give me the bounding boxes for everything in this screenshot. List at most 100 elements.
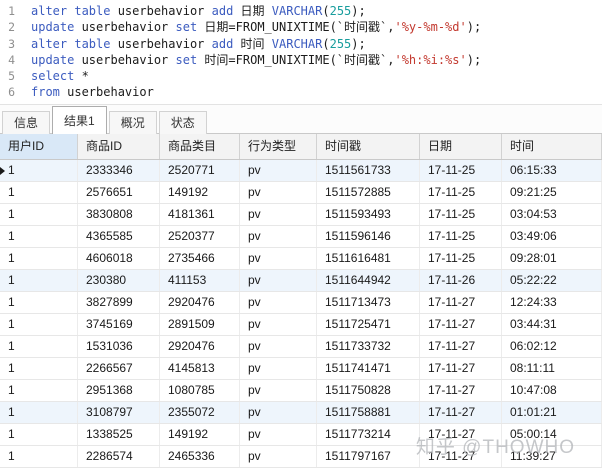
table-cell[interactable]: 10:47:08 — [502, 380, 602, 401]
table-cell[interactable]: pv — [240, 380, 317, 401]
table-cell[interactable]: 411153 — [160, 270, 240, 291]
code-line[interactable]: 2update userbehavior set 日期=FROM_UNIXTIM… — [0, 19, 602, 35]
table-cell[interactable]: 1 — [0, 226, 78, 247]
table-cell[interactable]: 17-11-25 — [420, 182, 502, 203]
table-cell[interactable]: 11:39:27 — [502, 446, 602, 467]
table-cell[interactable]: pv — [240, 336, 317, 357]
table-cell[interactable]: 1511572885 — [317, 182, 420, 203]
table-cell[interactable]: 17-11-27 — [420, 336, 502, 357]
table-cell[interactable]: 1 — [0, 160, 78, 181]
table-cell[interactable]: 1511644942 — [317, 270, 420, 291]
table-cell[interactable]: 1511741471 — [317, 358, 420, 379]
table-cell[interactable]: pv — [240, 270, 317, 291]
table-cell[interactable]: 1511725471 — [317, 314, 420, 335]
table-cell[interactable]: 2333346 — [78, 160, 160, 181]
table-cell[interactable]: 1511758881 — [317, 402, 420, 423]
table-cell[interactable]: 4365585 — [78, 226, 160, 247]
table-cell[interactable]: 1511561733 — [317, 160, 420, 181]
table-row[interactable]: 1230380411153pv151164494217-11-2605:22:2… — [0, 270, 602, 292]
table-cell[interactable]: pv — [240, 402, 317, 423]
table-cell[interactable]: 2465336 — [160, 446, 240, 467]
table-cell[interactable]: 1511596146 — [317, 226, 420, 247]
table-cell[interactable]: pv — [240, 358, 317, 379]
table-cell[interactable]: 03:44:31 — [502, 314, 602, 335]
tab-info[interactable]: 信息 — [2, 111, 50, 134]
column-header[interactable]: 行为类型 — [240, 134, 317, 159]
table-cell[interactable]: 2286574 — [78, 446, 160, 467]
table-row[interactable]: 123333462520771pv151156173317-11-2506:15… — [0, 160, 602, 182]
table-cell[interactable]: 1511733732 — [317, 336, 420, 357]
table-cell[interactable]: 1 — [0, 446, 78, 467]
table-cell[interactable]: 1 — [0, 204, 78, 225]
table-cell[interactable]: 1511750828 — [317, 380, 420, 401]
table-cell[interactable]: 149192 — [160, 182, 240, 203]
table-cell[interactable]: 3827899 — [78, 292, 160, 313]
table-row[interactable]: 122665674145813pv151174147117-11-2708:11… — [0, 358, 602, 380]
table-cell[interactable]: 06:02:12 — [502, 336, 602, 357]
table-cell[interactable]: 1511616481 — [317, 248, 420, 269]
table-cell[interactable]: 03:49:06 — [502, 226, 602, 247]
column-header[interactable]: 时间戳 — [317, 134, 420, 159]
table-cell[interactable]: 2891509 — [160, 314, 240, 335]
table-row[interactable]: 137451692891509pv151172547117-11-2703:44… — [0, 314, 602, 336]
code-line[interactable]: 1alter table userbehavior add 日期 VARCHAR… — [0, 3, 602, 19]
table-cell[interactable]: 17-11-27 — [420, 380, 502, 401]
tab-result1[interactable]: 结果1 — [52, 106, 107, 134]
table-cell[interactable]: 2520771 — [160, 160, 240, 181]
table-cell[interactable]: 05:00:14 — [502, 424, 602, 445]
table-row[interactable]: 138308084181361pv151159349317-11-2503:04… — [0, 204, 602, 226]
column-header[interactable]: 用户ID — [0, 134, 78, 159]
table-cell[interactable]: 09:21:25 — [502, 182, 602, 203]
table-cell[interactable]: 1 — [0, 270, 78, 291]
code-line[interactable]: 4update userbehavior set 时间=FROM_UNIXTIM… — [0, 52, 602, 68]
table-row[interactable]: 11338525149192pv151177321417-11-2705:00:… — [0, 424, 602, 446]
table-cell[interactable]: pv — [240, 248, 317, 269]
table-cell[interactable]: 2951368 — [78, 380, 160, 401]
table-row[interactable]: 12576651149192pv151157288517-11-2509:21:… — [0, 182, 602, 204]
table-cell[interactable]: 230380 — [78, 270, 160, 291]
table-cell[interactable]: 1 — [0, 424, 78, 445]
table-cell[interactable]: 17-11-25 — [420, 204, 502, 225]
table-cell[interactable]: 2520377 — [160, 226, 240, 247]
column-header[interactable]: 日期 — [420, 134, 502, 159]
column-header[interactable]: 商品ID — [78, 134, 160, 159]
table-cell[interactable]: 3745169 — [78, 314, 160, 335]
table-cell[interactable]: 4181361 — [160, 204, 240, 225]
table-cell[interactable]: 1 — [0, 248, 78, 269]
table-cell[interactable]: 2920476 — [160, 292, 240, 313]
table-cell[interactable]: 17-11-26 — [420, 270, 502, 291]
table-cell[interactable]: 1 — [0, 336, 78, 357]
table-cell[interactable]: pv — [240, 204, 317, 225]
code-line[interactable]: 6from userbehavior — [0, 84, 602, 100]
table-cell[interactable]: pv — [240, 292, 317, 313]
column-header[interactable]: 时间 — [502, 134, 602, 159]
table-cell[interactable]: 01:01:21 — [502, 402, 602, 423]
table-cell[interactable]: 06:15:33 — [502, 160, 602, 181]
table-cell[interactable]: 3830808 — [78, 204, 160, 225]
table-row[interactable]: 138278992920476pv151171347317-11-2712:24… — [0, 292, 602, 314]
table-cell[interactable]: pv — [240, 446, 317, 467]
table-cell[interactable]: 1 — [0, 402, 78, 423]
table-cell[interactable]: 1511797167 — [317, 446, 420, 467]
table-cell[interactable]: 12:24:33 — [502, 292, 602, 313]
table-cell[interactable]: 03:04:53 — [502, 204, 602, 225]
table-cell[interactable]: pv — [240, 424, 317, 445]
table-row[interactable]: 115310362920476pv151173373217-11-2706:02… — [0, 336, 602, 358]
table-row[interactable]: 143655852520377pv151159614617-11-2503:49… — [0, 226, 602, 248]
table-cell[interactable]: 17-11-27 — [420, 314, 502, 335]
table-cell[interactable]: 17-11-27 — [420, 292, 502, 313]
table-cell[interactable]: 2576651 — [78, 182, 160, 203]
code-line[interactable]: 5select * — [0, 68, 602, 84]
table-cell[interactable]: 2355072 — [160, 402, 240, 423]
table-cell[interactable]: 08:11:11 — [502, 358, 602, 379]
table-cell[interactable]: pv — [240, 226, 317, 247]
table-cell[interactable]: 1 — [0, 182, 78, 203]
table-cell[interactable]: 149192 — [160, 424, 240, 445]
table-cell[interactable]: 1 — [0, 358, 78, 379]
table-cell[interactable]: 2920476 — [160, 336, 240, 357]
table-row[interactable]: 122865742465336pv151179716717-11-2711:39… — [0, 446, 602, 468]
table-row[interactable]: 146060182735466pv151161648117-11-2509:28… — [0, 248, 602, 270]
table-cell[interactable]: 1080785 — [160, 380, 240, 401]
table-cell[interactable]: 17-11-25 — [420, 160, 502, 181]
sql-editor[interactable]: 1alter table userbehavior add 日期 VARCHAR… — [0, 0, 602, 104]
